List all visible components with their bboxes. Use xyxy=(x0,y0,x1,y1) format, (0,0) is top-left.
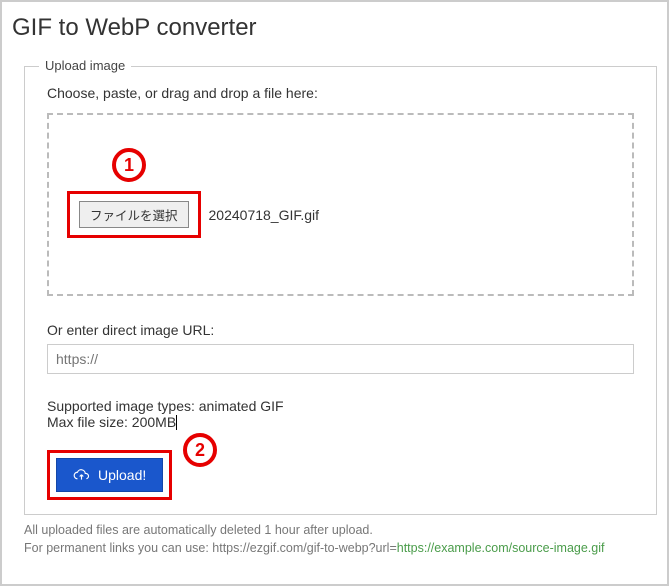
cloud-upload-icon xyxy=(73,469,90,482)
annotation-step-2: 2 xyxy=(183,433,217,467)
choose-file-button[interactable]: ファイルを選択 xyxy=(79,201,189,228)
example-url-link[interactable]: https://example.com/source-image.gif xyxy=(397,541,605,555)
footer-line-1: All uploaded files are automatically del… xyxy=(24,522,657,540)
footer-line-2: For permanent links you can use: https:/… xyxy=(24,540,657,558)
page-title: GIF to WebP converter xyxy=(2,2,667,52)
url-label: Or enter direct image URL: xyxy=(47,322,634,338)
upload-fieldset: Upload image Choose, paste, or drag and … xyxy=(24,66,657,515)
upload-button[interactable]: Upload! xyxy=(56,458,163,492)
instruction-text: Choose, paste, or drag and drop a file h… xyxy=(47,85,634,101)
fieldset-legend: Upload image xyxy=(39,58,131,73)
selected-filename: 20240718_GIF.gif xyxy=(209,207,320,223)
annotation-box-1: 1 ファイルを選択 xyxy=(67,191,201,238)
max-file-size: Max file size: 200MB xyxy=(47,414,176,430)
annotation-step-1: 1 xyxy=(112,148,146,182)
footer-note: All uploaded files are automatically del… xyxy=(24,522,657,557)
upload-button-label: Upload! xyxy=(98,467,146,483)
annotation-box-2: 2 Upload! xyxy=(47,450,172,500)
supported-types: Supported image types: animated GIF xyxy=(47,398,634,414)
file-dropzone[interactable]: 1 ファイルを選択 20240718_GIF.gif xyxy=(47,113,634,296)
info-text: Supported image types: animated GIF Max … xyxy=(47,398,634,430)
image-url-input[interactable] xyxy=(47,344,634,374)
